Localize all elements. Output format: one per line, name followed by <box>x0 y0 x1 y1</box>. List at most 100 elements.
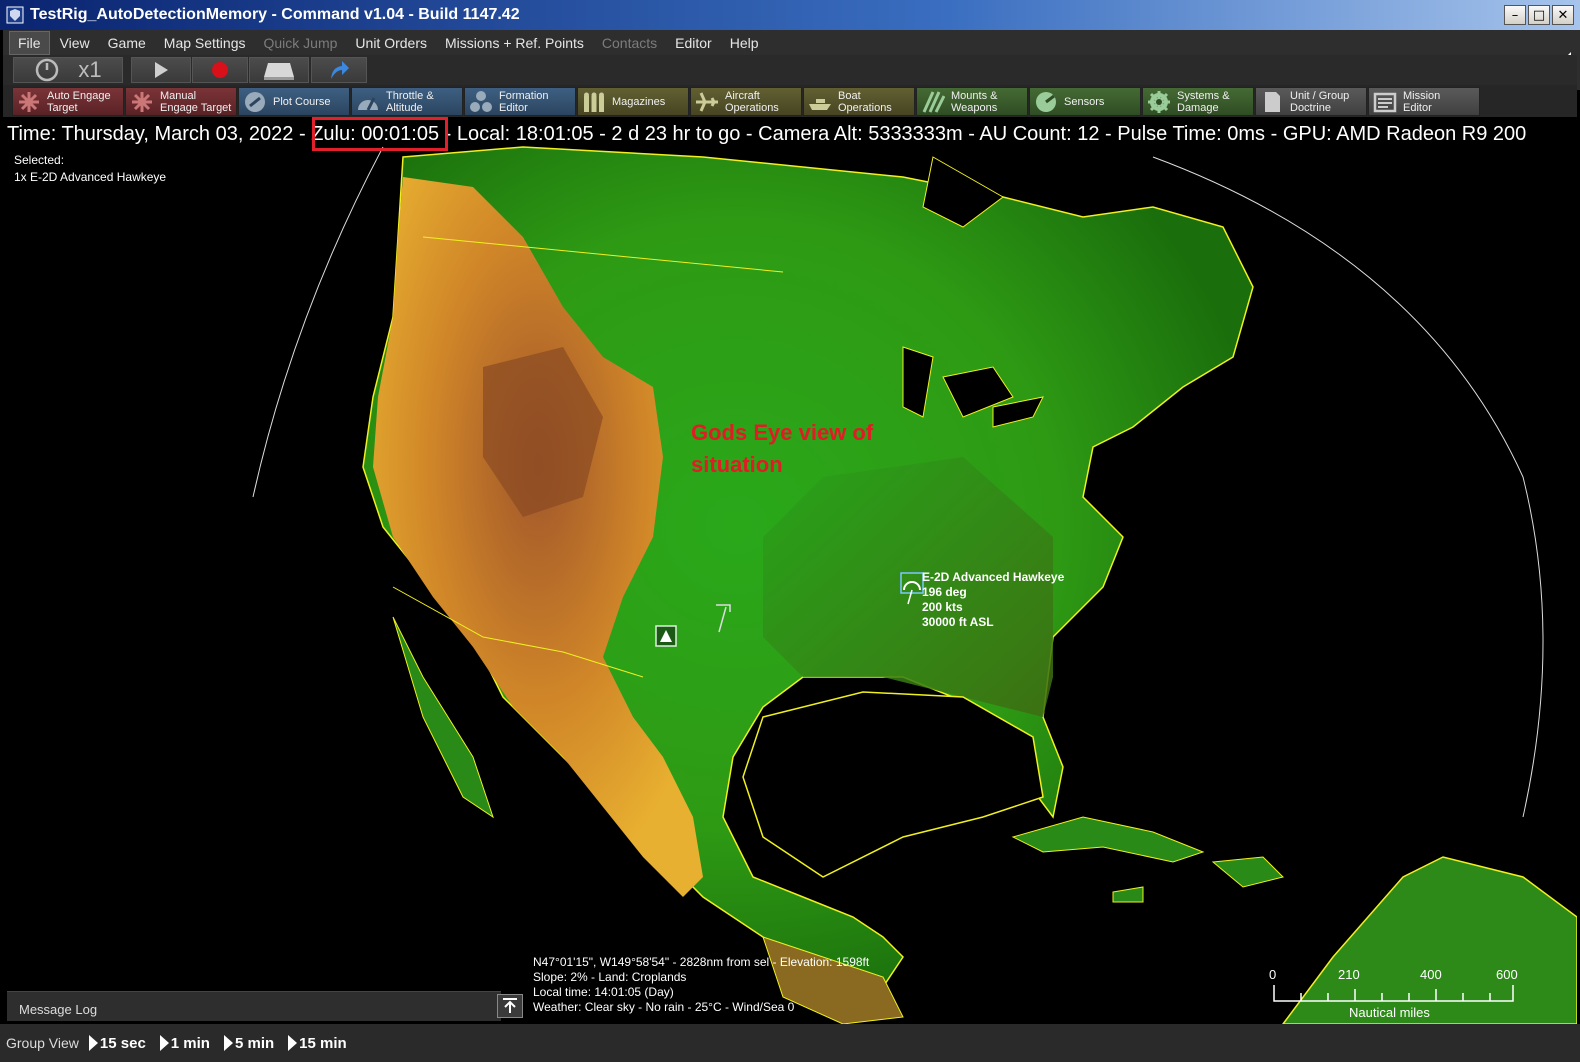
menu-map-settings[interactable]: Map Settings <box>156 32 254 54</box>
course-icon <box>245 91 265 112</box>
time-step-5min[interactable]: 5 min <box>223 1034 275 1052</box>
formation-line2: Editor <box>499 101 528 114</box>
jump-arrow-icon <box>331 61 349 79</box>
annotation-line2: situation <box>691 452 783 477</box>
menu-quick-jump[interactable]: Quick Jump <box>256 32 346 54</box>
cursor-info-line4: Weather: Clear sky - No rain - 25°C - Wi… <box>533 1000 795 1014</box>
magazines-button[interactable]: Magazines <box>577 87 689 116</box>
unit-speed: 200 kts <box>922 600 963 614</box>
menu-help[interactable]: Help <box>722 32 767 54</box>
speed-control[interactable]: x1 <box>13 57 123 83</box>
message-log-label: Message Log <box>19 1002 98 1017</box>
command-toolbar: Auto Engage Target Manual Engage Target Pl… <box>3 85 1577 117</box>
formation-editor-button[interactable]: Formation Editor <box>464 87 576 116</box>
annotation-text: Gods Eye view of situation <box>691 417 911 481</box>
selected-value: 1x E-2D Advanced Hawkeye <box>14 170 167 184</box>
gear-icon <box>1148 90 1170 113</box>
mounts-line1: Mounts & <box>951 89 998 102</box>
doctrine-icon <box>1265 91 1280 112</box>
scale-bar: 0 210 400 600 Nautical miles <box>1263 965 1523 1024</box>
selected-info: Selected: 1x E-2D Advanced Hawkeye <box>14 152 166 186</box>
aircraft-ops-line2: Operations <box>725 101 779 114</box>
play-step-icon <box>88 1035 98 1051</box>
mission-editor-line1: Mission <box>1403 89 1441 102</box>
unit-group-doctrine-button[interactable]: Unit / Group Doctrine <box>1255 87 1367 116</box>
mounts-weapons-button[interactable]: Mounts & Weapons <box>916 87 1028 116</box>
status-line: Time: Thursday, March 03, 2022 - Zulu: 0… <box>7 123 1527 145</box>
mission-editor-line2: Editor <box>1403 101 1432 114</box>
time-step-5min-label: 5 min <box>234 1034 275 1052</box>
magazine-icon <box>584 92 604 112</box>
time-step-15min[interactable]: 15 min <box>288 1035 347 1052</box>
doctrine-line2: Doctrine <box>1290 101 1331 114</box>
sensors-label: Sensors <box>1064 95 1105 108</box>
menu-contacts[interactable]: Contacts <box>594 32 665 54</box>
aircraft-operations-button[interactable]: Aircraft Operations <box>690 87 802 116</box>
auto-engage-target-button[interactable]: Auto Engage Target <box>12 87 124 116</box>
systems-damage-button[interactable]: Systems & Damage <box>1142 87 1254 116</box>
time-step-15min-label: 15 min <box>299 1034 347 1052</box>
formation-icon <box>470 90 492 112</box>
playback-toolbar: x1 <box>3 55 1577 85</box>
menu-editor[interactable]: Editor <box>667 32 720 54</box>
menu-view[interactable]: View <box>52 32 98 54</box>
clock-icon <box>36 58 59 82</box>
speed-label: x1 <box>78 57 102 82</box>
boat-operations-button[interactable]: Boat Operations <box>803 87 915 116</box>
time-step-15sec[interactable]: 15 sec <box>88 1035 146 1052</box>
mounts-line2: Weapons <box>951 101 998 114</box>
manual-engage-target-button[interactable]: Manual Engage Target <box>125 87 237 116</box>
record-button[interactable] <box>192 57 248 83</box>
scale-tick-1: 210 <box>1338 967 1360 982</box>
menu-game[interactable]: Game <box>100 32 154 54</box>
aircraft-ops-line1: Aircraft <box>725 89 760 102</box>
manual-engage-line2: Engage Target <box>160 101 232 114</box>
play-step-icon <box>159 1035 169 1051</box>
weapons-icon <box>922 90 945 113</box>
play-button[interactable] <box>131 57 191 83</box>
sensor-icon <box>1036 91 1056 112</box>
play-step-icon <box>223 1035 233 1051</box>
layer-button[interactable] <box>249 57 309 83</box>
mission-editor-button[interactable]: Mission Editor <box>1368 87 1480 116</box>
selected-label: Selected: <box>14 153 65 167</box>
play-icon <box>155 62 168 78</box>
boat-ops-line2: Operations <box>838 101 892 114</box>
annotation-line1: Gods Eye view of <box>691 420 874 445</box>
close-button[interactable]: ✕ <box>1552 5 1574 25</box>
zulu-highlight-box <box>312 117 448 151</box>
unit-altitude: 30000 ft ASL <box>922 615 994 629</box>
auto-engage-line2: Target <box>47 101 78 114</box>
cursor-info-line3: Local time: 14:01:05 (Day) <box>533 985 674 999</box>
window-controls: – □ ✕ <box>1504 5 1574 25</box>
unit-heading: 196 deg <box>922 585 967 599</box>
message-log-panel[interactable]: Message Log <box>7 991 501 1021</box>
scale-tick-0: 0 <box>1269 967 1277 982</box>
group-view-toggle[interactable]: Group View <box>6 1035 79 1051</box>
throttle-line2: Altitude <box>386 101 423 114</box>
menu-missions-ref-points[interactable]: Missions + Ref. Points <box>437 32 592 54</box>
play-step-icon <box>288 1035 298 1051</box>
minimize-button[interactable]: – <box>1504 5 1526 25</box>
crosshair-icon <box>19 91 39 112</box>
maximize-button[interactable]: □ <box>1528 5 1550 25</box>
manual-engage-line1: Manual <box>160 89 197 102</box>
globe-map[interactable] <box>3 117 1577 1024</box>
cuba <box>1011 816 1205 863</box>
throttle-altitude-button[interactable]: Throttle & Altitude <box>351 87 463 116</box>
boat-icon <box>809 98 831 110</box>
menu-file[interactable]: File <box>9 30 50 55</box>
menu-bar: File View Game Map Settings Quick Jump U… <box>3 30 1577 55</box>
crosshair-icon <box>132 91 152 112</box>
menu-unit-orders[interactable]: Unit Orders <box>347 32 435 54</box>
aircraft-icon <box>696 91 718 112</box>
sensors-button[interactable]: Sensors <box>1029 87 1141 116</box>
time-step-1min-label: 1 min <box>170 1034 210 1052</box>
map-view[interactable]: E-2D Advanced Hawkeye 196 deg 200 kts 30… <box>3 117 1577 1024</box>
aircraft-unit-icon[interactable] <box>900 572 924 606</box>
message-log-expand-button[interactable] <box>497 994 523 1018</box>
plot-course-button[interactable]: Plot Course <box>238 87 350 116</box>
time-step-1min[interactable]: 1 min <box>159 1034 210 1052</box>
gulf-of-mexico <box>742 691 1044 878</box>
jump-button[interactable] <box>311 57 367 83</box>
